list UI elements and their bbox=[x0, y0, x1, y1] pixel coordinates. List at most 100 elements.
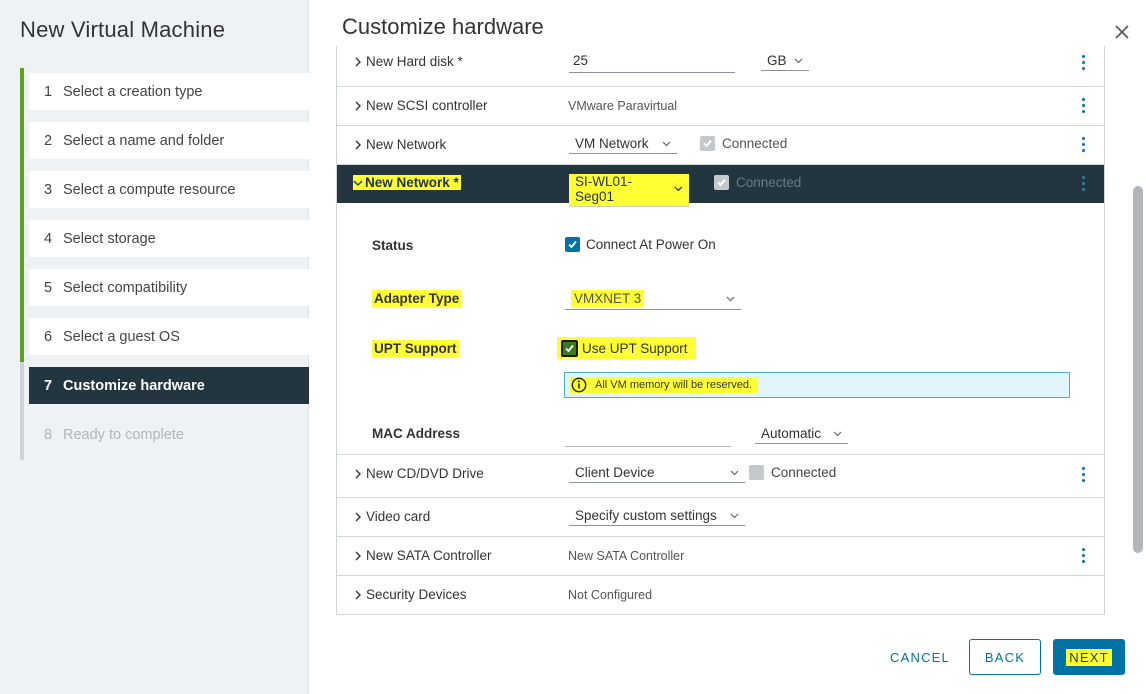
chevron-right-icon bbox=[355, 469, 361, 478]
chevron-right-icon bbox=[355, 551, 361, 560]
step-label: Customize hardware bbox=[63, 377, 205, 394]
cddvd-row: New CD/DVD Drive Client Device Connected bbox=[337, 455, 1104, 498]
adapter-type-label: Adapter Type bbox=[372, 290, 462, 307]
scsi-more-icon[interactable] bbox=[1077, 98, 1089, 116]
wizard-step-4[interactable]: 4 Select storage bbox=[20, 215, 309, 264]
network1-toggle[interactable]: New Network bbox=[353, 137, 446, 152]
video-toggle[interactable]: Video card bbox=[353, 509, 430, 524]
chevron-right-icon bbox=[355, 101, 361, 110]
step-number: 4 bbox=[44, 230, 53, 247]
hard-disk-row: New Hard disk * 25 GB bbox=[337, 46, 1104, 87]
wizard-steps: 1 Select a creation type 2 Select a name a… bbox=[20, 68, 309, 460]
network2-toggle[interactable]: New Network * bbox=[353, 175, 461, 190]
hardware-panel: New Hard disk * 25 GB New SCSI controlle… bbox=[336, 46, 1105, 615]
sata-toggle[interactable]: New SATA Controller bbox=[353, 548, 492, 563]
step-label: Select a compute resource bbox=[63, 181, 236, 198]
checkbox-icon bbox=[700, 136, 715, 151]
sata-value: New SATA Controller bbox=[568, 549, 685, 563]
mac-mode-select[interactable]: Automatic bbox=[755, 426, 848, 444]
page-title: Customize hardware bbox=[342, 14, 544, 39]
network1-row: New Network VM Network Connected bbox=[337, 126, 1104, 165]
step-number: 8 bbox=[44, 426, 53, 443]
network1-label: New Network bbox=[366, 137, 447, 152]
step-number: 1 bbox=[44, 83, 53, 100]
security-label: Security Devices bbox=[366, 587, 467, 602]
video-select[interactable]: Specify custom settings bbox=[569, 508, 745, 526]
cancel-button[interactable]: CANCEL bbox=[880, 639, 960, 675]
wizard-step-2[interactable]: 2 Select a name and folder bbox=[20, 117, 309, 166]
chevron-right-icon bbox=[355, 57, 361, 66]
status-label: Status bbox=[372, 238, 414, 253]
chevron-down-icon bbox=[730, 470, 739, 475]
close-icon[interactable] bbox=[1112, 22, 1132, 42]
step-number: 2 bbox=[44, 132, 53, 149]
wizard-step-1[interactable]: 1 Select a creation type bbox=[20, 68, 309, 117]
security-toggle[interactable]: Security Devices bbox=[353, 587, 467, 602]
security-value: Not Configured bbox=[568, 588, 653, 602]
checkbox-icon bbox=[561, 339, 578, 357]
upt-support-checkbox[interactable]: Use UPT Support bbox=[557, 337, 696, 359]
cddvd-toggle[interactable]: New CD/DVD Drive bbox=[353, 466, 484, 481]
wizard-step-6[interactable]: 6 Select a guest OS bbox=[20, 313, 309, 362]
wizard-step-5[interactable]: 5 Select compatibility bbox=[20, 264, 309, 313]
network1-connected[interactable]: Connected bbox=[700, 136, 787, 151]
chevron-right-icon bbox=[355, 140, 361, 149]
cddvd-label: New CD/DVD Drive bbox=[366, 466, 484, 481]
step-label: Ready to complete bbox=[63, 426, 184, 443]
hard-disk-more-icon[interactable] bbox=[1077, 55, 1089, 73]
chevron-down-icon bbox=[726, 296, 735, 301]
wizard-step-8: 8 Ready to complete bbox=[20, 411, 309, 460]
scsi-toggle[interactable]: New SCSI controller bbox=[353, 98, 488, 113]
step-label: Select a creation type bbox=[63, 83, 203, 100]
network2-label: New Network * bbox=[365, 175, 459, 190]
hard-disk-unit-select[interactable]: GB bbox=[761, 53, 809, 71]
mac-address-input[interactable] bbox=[565, 427, 731, 447]
step-label: Select compatibility bbox=[63, 279, 188, 296]
network2-header: New Network * SI-WL01-Seg01 Connected bbox=[337, 165, 1104, 207]
chevron-down-icon bbox=[674, 186, 683, 192]
adapter-type-select[interactable]: VMXNET 3 bbox=[565, 290, 741, 310]
wizard-title: New Virtual Machine bbox=[20, 17, 226, 42]
chevron-right-icon bbox=[355, 512, 361, 521]
checkbox-icon bbox=[749, 465, 764, 480]
video-label: Video card bbox=[366, 509, 431, 524]
upt-support-label: UPT Support bbox=[372, 340, 459, 357]
step-number: 6 bbox=[44, 328, 53, 345]
hard-disk-size-input[interactable]: 25 bbox=[569, 53, 735, 73]
chevron-down-icon bbox=[833, 431, 842, 436]
scsi-label: New SCSI controller bbox=[366, 98, 488, 113]
checkbox-icon bbox=[714, 175, 729, 190]
video-row: Video card Specify custom settings bbox=[337, 498, 1104, 537]
network1-more-icon[interactable] bbox=[1077, 137, 1089, 155]
network2-more-icon[interactable] bbox=[1077, 176, 1089, 194]
connect-at-power-on-checkbox[interactable]: Connect At Power On bbox=[565, 237, 716, 252]
chevron-down-icon bbox=[730, 513, 739, 518]
network1-select[interactable]: VM Network bbox=[569, 136, 677, 154]
sata-more-icon[interactable] bbox=[1077, 548, 1089, 566]
upt-info-text: All VM memory will be reserved. bbox=[595, 379, 753, 391]
upt-info-alert: All VM memory will be reserved. bbox=[564, 372, 1070, 398]
chevron-down-icon bbox=[794, 58, 803, 63]
sata-label: New SATA Controller bbox=[366, 548, 492, 563]
step-number: 7 bbox=[44, 377, 53, 394]
cddvd-more-icon[interactable] bbox=[1077, 467, 1089, 485]
hard-disk-label: New Hard disk * bbox=[366, 54, 463, 69]
step-label: Select storage bbox=[63, 230, 156, 247]
wizard-step-7[interactable]: 7 Customize hardware bbox=[20, 362, 309, 411]
step-number: 5 bbox=[44, 279, 53, 296]
scrollbar[interactable] bbox=[1133, 186, 1143, 553]
network2-connected[interactable]: Connected bbox=[714, 175, 801, 190]
info-icon bbox=[571, 377, 587, 393]
hard-disk-toggle[interactable]: New Hard disk * bbox=[353, 54, 463, 69]
back-button[interactable]: BACK bbox=[969, 639, 1041, 675]
network2-details: Status Connect At Power On Adapter Type … bbox=[337, 203, 1104, 455]
scsi-row: New SCSI controller VMware Paravirtual bbox=[337, 87, 1104, 126]
mac-address-label: MAC Address bbox=[372, 426, 461, 441]
sata-row: New SATA Controller New SATA Controller bbox=[337, 537, 1104, 576]
next-button[interactable]: NEXT bbox=[1053, 639, 1125, 675]
cddvd-connected[interactable]: Connected bbox=[749, 465, 836, 480]
wizard-step-3[interactable]: 3 Select a compute resource bbox=[20, 166, 309, 215]
cddvd-select[interactable]: Client Device bbox=[569, 465, 745, 483]
step-number: 3 bbox=[44, 181, 53, 198]
scsi-value: VMware Paravirtual bbox=[568, 99, 678, 113]
